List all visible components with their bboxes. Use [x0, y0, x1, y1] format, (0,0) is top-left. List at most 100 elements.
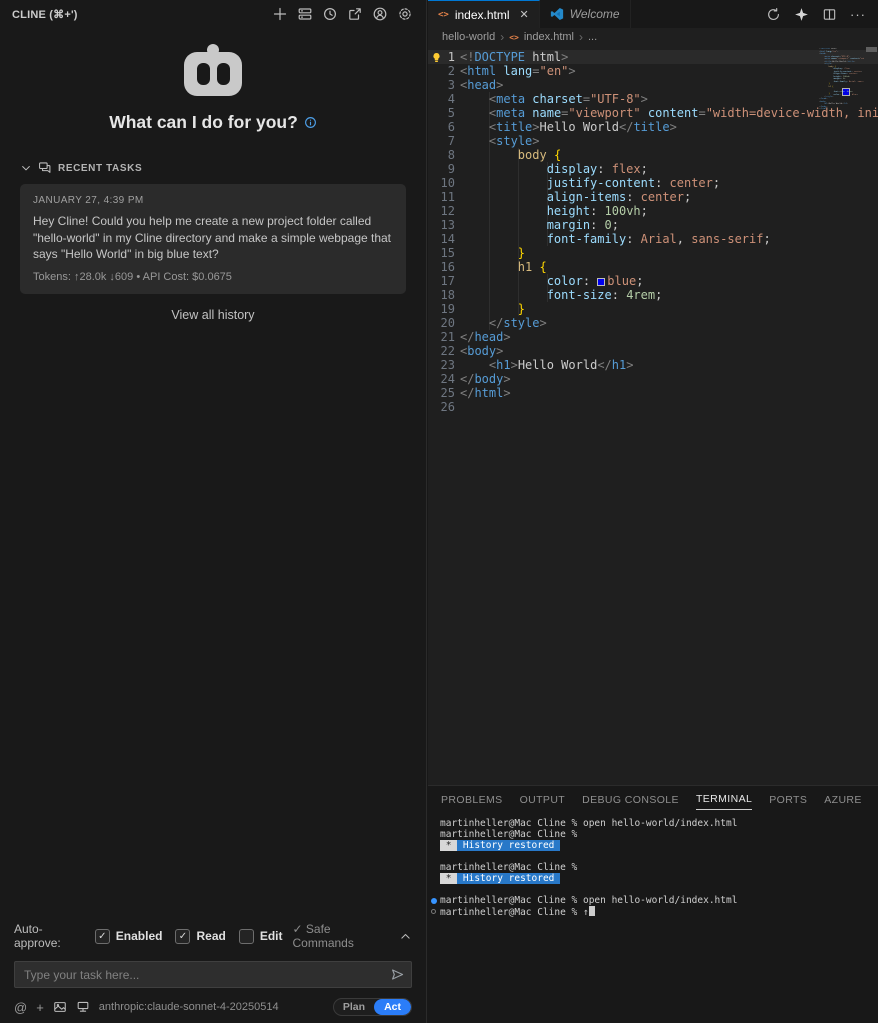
code-line[interactable]: 3<head> — [428, 78, 878, 92]
chevron-right-icon: › — [579, 30, 583, 44]
safe-commands-label[interactable]: ✓ Safe Commands — [293, 922, 390, 950]
mention-icon[interactable]: @ — [14, 1000, 27, 1015]
account-icon[interactable] — [371, 5, 389, 23]
plan-mode-button[interactable]: Plan — [334, 999, 374, 1015]
auto-approve-label: Auto-approve: — [14, 922, 85, 950]
vscode-logo-icon — [550, 7, 564, 21]
auto-approve-read[interactable]: ✓ Read — [175, 929, 225, 944]
code-line[interactable]: 26 — [428, 400, 878, 414]
code-line[interactable]: 25</html> — [428, 386, 878, 400]
code-line[interactable]: 2<html lang="en"> — [428, 64, 878, 78]
open-external-icon[interactable] — [346, 5, 364, 23]
code-line[interactable]: 6 <title>Hello World</title> — [428, 120, 878, 134]
minimap[interactable]: <!DOCTYPE html><html lang="en"><head> <m… — [814, 48, 864, 113]
chevron-up-icon[interactable] — [399, 930, 412, 943]
cline-bottom-bar: Auto-approve: ✓Enabled✓ReadEdit ✓ Safe C… — [0, 913, 426, 1023]
chevron-down-icon[interactable] — [20, 162, 32, 174]
breadcrumb-symbol[interactable]: ... — [588, 31, 597, 43]
terminal-line: * History restored — [440, 873, 878, 884]
code-line[interactable]: 20 </style> — [428, 316, 878, 330]
close-tab-icon[interactable]: ✕ — [520, 8, 529, 21]
breadcrumb-file[interactable]: index.html — [524, 31, 574, 43]
panel-tab-problems[interactable]: PROBLEMS — [441, 789, 503, 810]
code-line[interactable]: 5 <meta name="viewport" content="width=d… — [428, 106, 878, 120]
code-line[interactable]: 11 align-items: center; — [428, 190, 878, 204]
terminal-line: martinheller@Mac Cline % ↑ — [440, 906, 878, 917]
editor-region: <> index.html ✕ Welcome ··· hello-world … — [428, 0, 878, 1023]
view-all-history-link[interactable]: View all history — [20, 308, 406, 322]
color-swatch[interactable] — [597, 278, 605, 286]
server-icon[interactable] — [76, 1000, 90, 1014]
split-editor-icon[interactable] — [822, 7, 837, 22]
breadcrumb-folder[interactable]: hello-world — [442, 31, 495, 43]
act-mode-button[interactable]: Act — [374, 999, 411, 1015]
line-number: 26 — [428, 400, 455, 414]
checkbox[interactable]: ✓ — [175, 929, 190, 944]
code-line[interactable]: 17 color: blue; — [428, 274, 878, 288]
more-actions-icon[interactable]: ··· — [850, 7, 866, 22]
command-status-dot — [431, 909, 436, 914]
history-icon[interactable] — [321, 5, 339, 23]
tab-welcome[interactable]: Welcome — [540, 0, 631, 28]
mcp-servers-icon[interactable] — [296, 5, 314, 23]
chevron-right-icon: › — [500, 30, 504, 44]
code-line[interactable]: 10 justify-content: center; — [428, 176, 878, 190]
checkbox[interactable]: ✓ — [95, 929, 110, 944]
code-line[interactable]: 15 } — [428, 246, 878, 260]
task-card[interactable]: JANUARY 27, 4:39 PM Hey Cline! Could you… — [20, 184, 406, 294]
auto-approve-enabled[interactable]: ✓Enabled — [95, 929, 163, 944]
code-line[interactable]: 4 <meta charset="UTF-8"> — [428, 92, 878, 106]
checkbox-label: Read — [196, 929, 225, 943]
code-line[interactable]: 19 } — [428, 302, 878, 316]
recent-tasks-header[interactable]: RECENT TASKS — [20, 161, 406, 175]
new-task-icon[interactable] — [271, 5, 289, 23]
panel-tab-output[interactable]: OUTPUT — [520, 789, 566, 810]
code-line[interactable]: 22<body> — [428, 344, 878, 358]
code-line[interactable]: 9 display: flex; — [428, 162, 878, 176]
sparkle-copilot-icon[interactable] — [794, 7, 809, 22]
line-number: 8 — [428, 148, 455, 162]
terminal-line — [440, 851, 878, 862]
code-line[interactable]: 21</head> — [428, 330, 878, 344]
panel-tab-terminal[interactable]: TERMINAL — [696, 788, 752, 810]
code-line[interactable]: 12 height: 100vh; — [428, 204, 878, 218]
code-line[interactable]: 24</body> — [428, 372, 878, 386]
code-line[interactable]: 13 margin: 0; — [428, 218, 878, 232]
info-icon[interactable] — [304, 116, 317, 129]
send-icon[interactable] — [390, 967, 405, 982]
auto-approve-edit[interactable]: Edit — [239, 929, 283, 944]
tab-index-html[interactable]: <> index.html ✕ — [428, 0, 540, 28]
line-number: 22 — [428, 344, 455, 358]
plus-icon[interactable]: + — [36, 1000, 44, 1015]
panel-tab-azure[interactable]: AZURE — [824, 789, 862, 810]
line-number: 9 — [428, 162, 455, 176]
editor-actions: ··· — [766, 0, 878, 28]
terminal-line — [440, 884, 878, 895]
panel-tab-ports[interactable]: PORTS — [769, 789, 807, 810]
auto-approve-checkboxes: ✓Enabled✓ReadEdit — [95, 929, 283, 944]
code-line[interactable]: 7 <style> — [428, 134, 878, 148]
line-number: 15 — [428, 246, 455, 260]
model-id[interactable]: anthropic:claude-sonnet-4-20250514 — [99, 1001, 279, 1013]
terminal-output[interactable]: martinheller@Mac Cline % open hello-worl… — [428, 812, 878, 917]
code-line[interactable]: 14 font-family: Arial, sans-serif; — [428, 232, 878, 246]
checkbox[interactable] — [239, 929, 254, 944]
task-input[interactable] — [14, 961, 412, 988]
code-editor[interactable]: 1<!DOCTYPE html>2<html lang="en">3<head>… — [428, 46, 878, 785]
code-line[interactable]: 16 h1 { — [428, 260, 878, 274]
breadcrumb[interactable]: hello-world › <> index.html › ... — [428, 28, 878, 46]
line-number: 21 — [428, 330, 455, 344]
panel-tabs: PROBLEMS OUTPUT DEBUG CONSOLE TERMINAL PORTS… — [428, 786, 878, 812]
panel-tab-debug-console[interactable]: DEBUG CONSOLE — [582, 789, 679, 810]
line-number: 13 — [428, 218, 455, 232]
image-icon[interactable] — [53, 1000, 67, 1014]
overview-ruler-marker[interactable] — [866, 47, 877, 52]
code-line[interactable]: 18 font-size: 4rem; — [428, 288, 878, 302]
settings-gear-icon[interactable] — [396, 5, 414, 23]
cline-robot-logo — [184, 52, 242, 96]
code-line[interactable]: 1<!DOCTYPE html> — [428, 50, 878, 64]
line-number: 1 — [428, 50, 455, 64]
code-line[interactable]: 23 <h1>Hello World</h1> — [428, 358, 878, 372]
code-line[interactable]: 8 body { — [428, 148, 878, 162]
refresh-icon[interactable] — [766, 7, 781, 22]
